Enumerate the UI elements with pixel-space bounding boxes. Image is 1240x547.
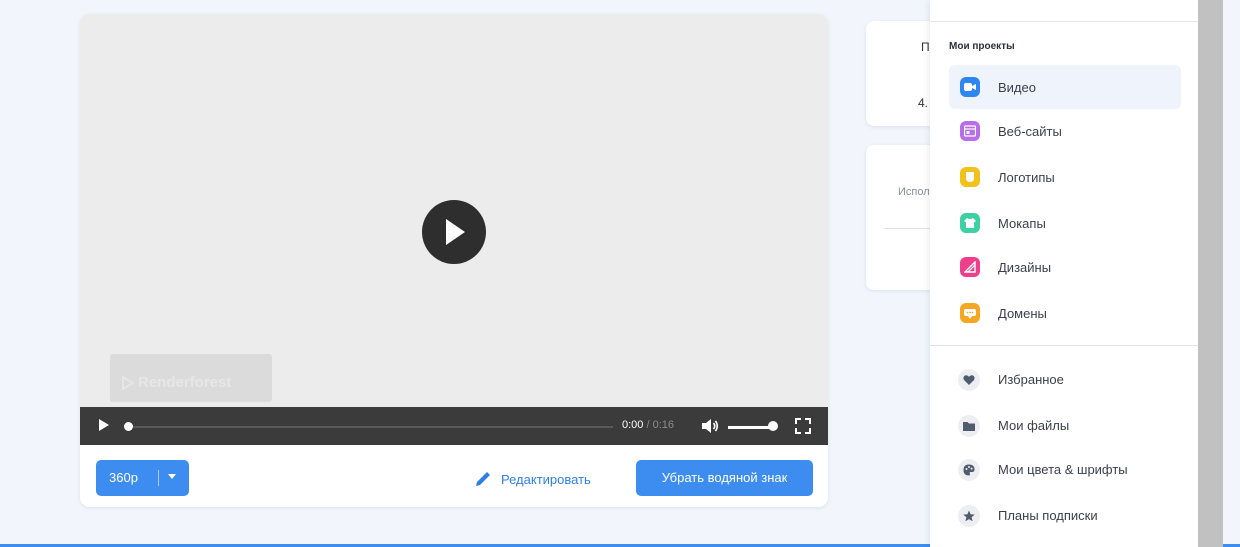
time-current: 0:00 [622,419,644,431]
play-icon [446,219,465,245]
menu-section-title: Мои проекты [949,41,1015,52]
menu-item-label: Видео [998,80,1036,95]
heart-icon [958,369,980,391]
menu-item-my-files[interactable]: Мои файлы [949,403,1181,447]
menu-item-websites[interactable]: Веб-сайты [949,109,1181,153]
menu-item-favorites[interactable]: Избранное [949,357,1181,401]
player-action-bar: 360p Редактировать Убрать водяной знак [80,445,828,507]
volume-icon[interactable] [701,418,719,434]
menu-item-label: Домены [998,306,1047,321]
quality-select-button[interactable]: 360p [96,460,189,496]
chevron-down-icon[interactable] [168,472,176,480]
design-icon [960,257,980,277]
logo-icon [960,167,980,187]
volume-slider[interactable] [728,426,770,429]
menu-item-designs[interactable]: Дизайны [949,245,1181,289]
quality-divider [158,470,159,486]
side-card-text-bottom: 4. [918,96,929,110]
website-icon [960,121,980,141]
menu-item-label: Мои файлы [998,418,1070,433]
fullscreen-icon[interactable] [795,418,811,434]
renderforest-logo-icon [122,376,134,390]
menu-item-label: Планы подписки [998,508,1098,523]
menu-top-divider [930,21,1198,22]
progress-handle[interactable] [124,422,133,431]
time-separator: / [643,419,653,431]
domain-icon [960,303,980,323]
menu-item-label: Избранное [998,372,1064,387]
watermark-brand-text: Renderforest [138,374,232,391]
mockup-shirt-icon [960,213,980,233]
watermark-powered-text: powered by [167,360,215,370]
menu-item-label: Логотипы [998,170,1055,185]
palette-icon [958,459,980,481]
remove-watermark-button[interactable]: Убрать водяной знак [636,460,813,496]
star-icon [958,505,980,527]
page-scrollbar[interactable] [1198,0,1223,547]
menu-item-colors-fonts[interactable]: Мои цвета & шрифты [949,447,1181,491]
video-camera-icon [960,77,980,97]
pencil-icon [476,472,490,486]
time-display: 0:00 / 0:16 [622,419,674,431]
menu-item-label: Дизайны [998,260,1052,275]
projects-dropdown-menu: Мои проекты Видео Веб-сайты Логотипы Мок… [930,0,1198,547]
side-card-usage-text: Испол [898,186,930,198]
menu-item-label: Веб-сайты [998,124,1062,139]
big-play-button[interactable] [422,200,486,264]
menu-item-video[interactable]: Видео [949,65,1181,109]
folder-icon [958,415,980,437]
menu-item-domains[interactable]: Домены [949,291,1181,335]
side-card-text-top: П [921,40,930,54]
menu-item-logos[interactable]: Логотипы [949,155,1181,199]
menu-item-mockups[interactable]: Мокапы [949,201,1181,245]
time-duration: 0:16 [652,419,675,431]
play-icon[interactable] [98,418,110,432]
volume-handle[interactable] [768,421,778,431]
progress-bar[interactable] [133,426,613,428]
quality-label: 360p [109,470,138,485]
watermark-overlay: powered by Renderforest [110,354,272,402]
edit-button-label: Редактировать [501,472,591,487]
player-controls-bar: 0:00 / 0:16 [80,407,828,445]
menu-item-label: Мои цвета & шрифты [998,462,1128,477]
video-preview[interactable]: powered by Renderforest [80,14,828,407]
video-player-card: powered by Renderforest 0:00 / 0:16 360p [80,14,828,507]
menu-item-subscription-plans[interactable]: Планы подписки [949,493,1181,537]
menu-item-label: Мокапы [998,216,1046,231]
menu-section-divider [930,345,1198,346]
